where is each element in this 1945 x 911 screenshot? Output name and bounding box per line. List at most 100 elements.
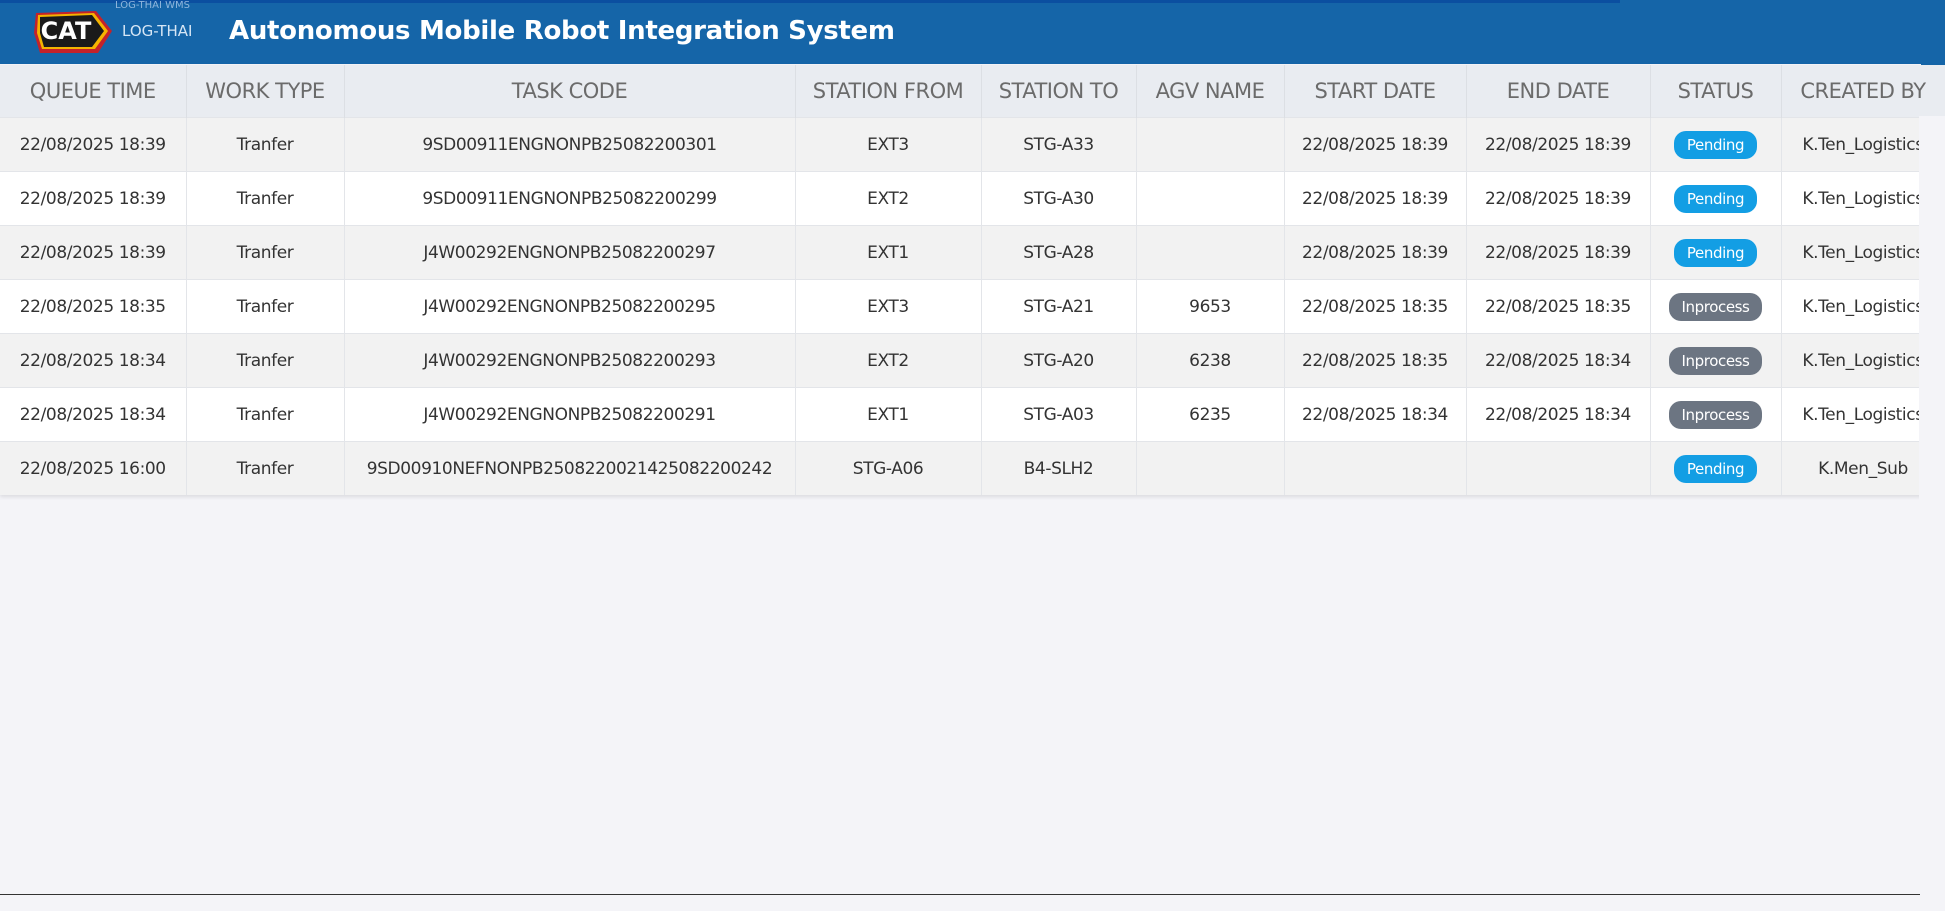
cell-end-date: 22/08/2025 18:39: [1466, 171, 1651, 226]
cell-status: Inprocess: [1650, 333, 1782, 388]
cell-station-to: STG-A33: [981, 117, 1137, 172]
cell-agv-name: [1136, 225, 1285, 280]
column-header-task-code[interactable]: TASK CODE: [344, 65, 796, 118]
logo-subtitle: LOG-THAI WMS: [115, 0, 190, 11]
cell-agv-name: 9653: [1136, 279, 1285, 334]
column-header-queue-time[interactable]: QUEUE TIME: [0, 65, 187, 118]
cell-end-date: 22/08/2025 18:39: [1466, 225, 1651, 280]
cell-task-code: J4W00292ENGNONPB25082200295: [344, 279, 796, 334]
page-title: Autonomous Mobile Robot Integration Syst…: [229, 16, 895, 46]
table-row[interactable]: 22/08/2025 16:00 Tranfer 9SD00910NEFNONPB2…: [0, 441, 1945, 495]
cell-work-type: Tranfer: [186, 387, 345, 442]
header-top-accent: [0, 0, 1620, 3]
cell-end-date: [1466, 441, 1651, 495]
cell-station-to: STG-A03: [981, 387, 1137, 442]
footer-divider: [0, 894, 1920, 895]
cell-work-type: Tranfer: [186, 171, 345, 226]
cell-status: Pending: [1650, 117, 1782, 172]
cell-station-to: STG-A21: [981, 279, 1137, 334]
cell-end-date: 22/08/2025 18:35: [1466, 279, 1651, 334]
status-badge: Inprocess: [1668, 292, 1763, 321]
cell-status: Inprocess: [1650, 387, 1782, 442]
cell-task-code: 9SD00910NEFNONPB2508220021425082200242: [344, 441, 796, 495]
table-header-row: QUEUE TIME WORK TYPE TASK CODE STATION FROM…: [0, 65, 1945, 118]
table-right-gutter: [1919, 116, 1945, 506]
cell-agv-name: [1136, 441, 1285, 495]
cell-station-to: STG-A30: [981, 171, 1137, 226]
cell-status: Pending: [1650, 171, 1782, 226]
cell-station-from: EXT3: [795, 279, 982, 334]
cell-task-code: J4W00292ENGNONPB25082200291: [344, 387, 796, 442]
cell-station-from: STG-A06: [795, 441, 982, 495]
cell-agv-name: 6235: [1136, 387, 1285, 442]
column-header-work-type[interactable]: WORK TYPE: [186, 65, 345, 118]
column-header-agv-name[interactable]: AGV NAME: [1136, 65, 1285, 118]
table-row[interactable]: 22/08/2025 18:34 Tranfer J4W00292ENGNONPB2…: [0, 387, 1945, 442]
cell-start-date: 22/08/2025 18:39: [1284, 225, 1467, 280]
status-badge: Pending: [1673, 238, 1758, 267]
cell-queue-time: 22/08/2025 18:34: [0, 333, 187, 388]
cell-work-type: Tranfer: [186, 333, 345, 388]
cell-task-code: 9SD00911ENGNONPB25082200301: [344, 117, 796, 172]
cell-start-date: 22/08/2025 18:35: [1284, 279, 1467, 334]
cell-work-type: Tranfer: [186, 225, 345, 280]
cell-station-from: EXT1: [795, 387, 982, 442]
cell-status: Pending: [1650, 441, 1782, 495]
task-table-container: QUEUE TIME WORK TYPE TASK CODE STATION FROM…: [0, 65, 1945, 495]
cell-start-date: 22/08/2025 18:35: [1284, 333, 1467, 388]
cell-queue-time: 22/08/2025 16:00: [0, 441, 187, 495]
cell-start-date: [1284, 441, 1467, 495]
cell-station-to: STG-A20: [981, 333, 1137, 388]
logo-text: CAT: [41, 17, 92, 45]
table-row[interactable]: 22/08/2025 18:39 Tranfer J4W00292ENGNONPB2…: [0, 225, 1945, 280]
cell-end-date: 22/08/2025 18:34: [1466, 333, 1651, 388]
cell-task-code: 9SD00911ENGNONPB25082200299: [344, 171, 796, 226]
cell-agv-name: [1136, 171, 1285, 226]
column-header-station-to[interactable]: STATION TO: [981, 65, 1137, 118]
cell-task-code: J4W00292ENGNONPB25082200297: [344, 225, 796, 280]
cell-agv-name: [1136, 117, 1285, 172]
cell-station-from: EXT3: [795, 117, 982, 172]
status-badge: Pending: [1673, 184, 1758, 213]
table-row[interactable]: 22/08/2025 18:34 Tranfer J4W00292ENGNONPB2…: [0, 333, 1945, 388]
column-header-status[interactable]: STATUS: [1650, 65, 1782, 118]
cell-status: Pending: [1650, 225, 1782, 280]
cell-queue-time: 22/08/2025 18:34: [0, 387, 187, 442]
app-header: CAT LOG-THAI WMS LOG-THAI Autonomous Mob…: [0, 0, 1945, 64]
cell-start-date: 22/08/2025 18:39: [1284, 171, 1467, 226]
cell-end-date: 22/08/2025 18:34: [1466, 387, 1651, 442]
cell-work-type: Tranfer: [186, 117, 345, 172]
cell-station-from: EXT1: [795, 225, 982, 280]
cell-queue-time: 22/08/2025 18:39: [0, 225, 187, 280]
cell-work-type: Tranfer: [186, 441, 345, 495]
table-row[interactable]: 22/08/2025 18:39 Tranfer 9SD00911ENGNONPB2…: [0, 117, 1945, 172]
cell-station-to: B4-SLH2: [981, 441, 1137, 495]
cell-start-date: 22/08/2025 18:39: [1284, 117, 1467, 172]
table-row[interactable]: 22/08/2025 18:39 Tranfer 9SD00911ENGNONPB2…: [0, 171, 1945, 226]
cell-status: Inprocess: [1650, 279, 1782, 334]
cell-work-type: Tranfer: [186, 279, 345, 334]
cell-station-to: STG-A28: [981, 225, 1137, 280]
cell-start-date: 22/08/2025 18:34: [1284, 387, 1467, 442]
cell-end-date: 22/08/2025 18:39: [1466, 117, 1651, 172]
column-header-station-from[interactable]: STATION FROM: [795, 65, 982, 118]
cell-agv-name: 6238: [1136, 333, 1285, 388]
cell-queue-time: 22/08/2025 18:39: [0, 171, 187, 226]
column-header-start-date[interactable]: START DATE: [1284, 65, 1467, 118]
brand-name: LOG-THAI: [122, 22, 193, 40]
cell-queue-time: 22/08/2025 18:39: [0, 117, 187, 172]
status-badge: Inprocess: [1668, 400, 1763, 429]
cell-task-code: J4W00292ENGNONPB25082200293: [344, 333, 796, 388]
status-badge: Pending: [1673, 454, 1758, 483]
table-body: 22/08/2025 18:39 Tranfer 9SD00911ENGNONPB2…: [0, 117, 1945, 495]
table-row[interactable]: 22/08/2025 18:35 Tranfer J4W00292ENGNONPB2…: [0, 279, 1945, 334]
cell-station-from: EXT2: [795, 333, 982, 388]
column-header-created-by[interactable]: CREATED BY: [1781, 65, 1945, 118]
cat-logo[interactable]: CAT: [32, 5, 114, 57]
cell-station-from: EXT2: [795, 171, 982, 226]
cell-queue-time: 22/08/2025 18:35: [0, 279, 187, 334]
task-queue-table: QUEUE TIME WORK TYPE TASK CODE STATION FROM…: [0, 65, 1945, 495]
column-header-end-date[interactable]: END DATE: [1466, 65, 1651, 118]
status-badge: Pending: [1673, 130, 1758, 159]
status-badge: Inprocess: [1668, 346, 1763, 375]
